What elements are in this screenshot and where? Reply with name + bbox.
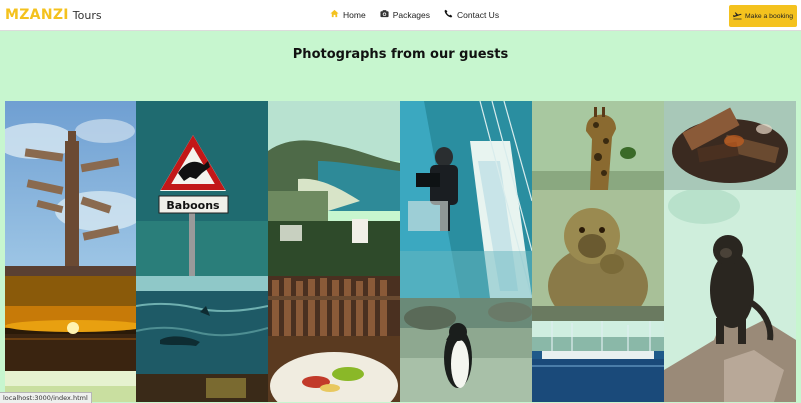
- baboons-sign-photo[interactable]: Baboons: [136, 101, 268, 276]
- baboons-sign-text: Baboons: [166, 199, 220, 212]
- nav-packages-label: Packages: [392, 9, 431, 20]
- food-photo[interactable]: [268, 336, 400, 402]
- signpost-photo[interactable]: [5, 101, 136, 276]
- plane-icon: [733, 11, 742, 22]
- fence-photo[interactable]: [268, 276, 400, 336]
- browser-status-bar: lo​calhost:3000/index.html: [0, 392, 92, 403]
- harbour-photo[interactable]: [532, 321, 664, 402]
- make-booking-label: Make a booking: [745, 12, 793, 20]
- nav-home-label: Home: [343, 9, 366, 20]
- camera-icon: [380, 9, 389, 20]
- boat-photographer-photo[interactable]: [400, 101, 532, 298]
- bay-photo[interactable]: [268, 101, 400, 276]
- fire-photo[interactable]: [664, 101, 796, 190]
- home-icon: [330, 9, 339, 20]
- dark-photo[interactable]: [136, 374, 268, 402]
- penguin-photo[interactable]: [400, 298, 532, 402]
- make-booking-button[interactable]: Make a booking: [729, 5, 797, 27]
- nav-contact[interactable]: Contact Us: [444, 9, 499, 20]
- baby-baboon-photo[interactable]: [532, 190, 664, 321]
- dolphins-photo[interactable]: [136, 276, 268, 374]
- nav-packages[interactable]: Packages: [380, 9, 430, 20]
- sunset-photo[interactable]: [5, 276, 136, 371]
- main-nav: Home Packages Contact Us: [330, 9, 499, 20]
- giraffe-photo[interactable]: [532, 101, 664, 190]
- photo-gallery: Baboons: [5, 101, 796, 402]
- nav-contact-label: Contact Us: [457, 9, 500, 20]
- logo-primary: MZANZI: [5, 7, 69, 23]
- page-title: Photographs from our guests: [292, 47, 509, 62]
- logo[interactable]: MZANZI Tours: [5, 7, 102, 25]
- nav-home[interactable]: Home: [330, 9, 366, 20]
- monkey-photo[interactable]: [664, 190, 796, 402]
- top-navbar: MZANZI Tours Home Packages Contact Us Ma…: [0, 0, 801, 31]
- phone-icon: [444, 9, 453, 20]
- logo-secondary: Tours: [72, 9, 102, 22]
